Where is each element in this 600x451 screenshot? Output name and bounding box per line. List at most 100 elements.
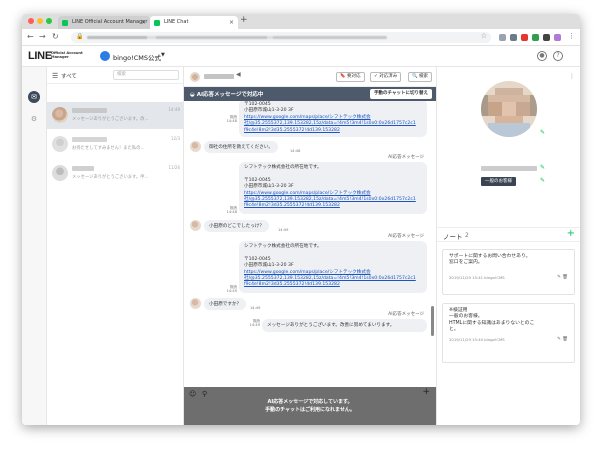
- profile-icon[interactable]: [554, 34, 561, 41]
- maximize-window-dot[interactable]: [46, 18, 52, 24]
- menu-icon[interactable]: ☰: [52, 72, 58, 80]
- chat-list-item[interactable]: お待たせしてすみません！また私の... 12/3: [47, 131, 184, 158]
- extension-icon[interactable]: [510, 34, 517, 41]
- note-meta-text: 2019/11/29 15:40 bingo!CMS: [449, 337, 505, 343]
- switch-to-manual-button[interactable]: 手動のチャットに切り替え: [370, 89, 432, 99]
- emoji-icon[interactable]: ☺: [189, 390, 196, 398]
- avatar: [190, 298, 201, 309]
- close-window-dot[interactable]: [28, 18, 34, 24]
- account-icon[interactable]: [100, 51, 110, 61]
- edit-icon[interactable]: ✎: [557, 275, 561, 280]
- bookmark-star-icon[interactable]: ☆: [481, 32, 487, 40]
- ai-response-bar: ◒ AI応答メッセージで対応中 手動のチャットに切り替え: [184, 87, 436, 101]
- chat-list-item[interactable]: メッセージありがとうございます。申... 11/26: [47, 160, 184, 187]
- user-icon[interactable]: ●: [537, 51, 547, 61]
- avatar: [52, 136, 68, 152]
- profile-name-blurred: [481, 166, 537, 171]
- edit-icon[interactable]: ✎: [540, 177, 545, 184]
- line-favicon: [154, 19, 160, 26]
- note-card[interactable]: サポートに関するお問い合わせあり。 窓口をご案内。 2019/11/29 15:…: [442, 249, 575, 295]
- extension-icon[interactable]: [499, 34, 506, 41]
- notice-line: AI応答メッセージで対応しています。: [267, 399, 353, 405]
- avatar: [52, 107, 68, 123]
- back-icon[interactable]: ←: [27, 32, 34, 41]
- contact-name-blurred: [72, 137, 107, 142]
- bot-message: メッセージありがとうございます。改善に努めてまいります。: [262, 319, 427, 332]
- trash-icon[interactable]: 🗑: [562, 275, 568, 280]
- avatar: [52, 165, 68, 181]
- trash-icon[interactable]: 🗑: [562, 337, 568, 342]
- needs-action-button[interactable]: 🔖 要対応: [336, 72, 365, 82]
- read-receipt: 既読 14:48: [224, 206, 237, 215]
- add-icon[interactable]: +: [422, 387, 430, 397]
- search-button[interactable]: 🔍 検索: [408, 72, 433, 82]
- edit-icon[interactable]: ✎: [540, 129, 545, 136]
- line-logo[interactable]: LINE: [28, 50, 52, 62]
- reload-icon[interactable]: ↻: [52, 32, 59, 41]
- notice-line: 手動のチャットはご利用になれません。: [265, 407, 355, 413]
- forward-icon[interactable]: →: [39, 32, 46, 41]
- search-input[interactable]: 検索: [113, 70, 179, 80]
- bot-message: シフトテック株式会社の所在地です。 〒102-0045 小田原市城山1-3-20…: [239, 241, 427, 293]
- tab-label: LINE Chat: [164, 19, 189, 25]
- extension-icon[interactable]: [532, 34, 539, 41]
- help-icon[interactable]: ?: [553, 51, 563, 61]
- add-note-button[interactable]: +: [567, 228, 575, 239]
- chat-list-toolbar: ☰ すべて 検索: [47, 67, 184, 84]
- note-line: と。: [449, 326, 459, 332]
- message-time: 14:49: [250, 306, 261, 310]
- map-link[interactable]: f9c4e!8m2!3d35.2555372!4d139.153282: [244, 282, 422, 288]
- chat-list: ☰ すべて 検索 メッセージありがとうございます。改... 14:49 お待たせ…: [47, 67, 184, 425]
- done-button[interactable]: ✓ 対応済み: [370, 72, 402, 82]
- avatar: [190, 141, 201, 152]
- more-options-icon[interactable]: ⋮: [569, 73, 575, 80]
- extension-icon[interactable]: [521, 34, 528, 41]
- close-tab-icon[interactable]: ×: [141, 16, 146, 29]
- extension-icon[interactable]: [543, 34, 550, 41]
- map-link[interactable]: 社/@35.2555372,139.153282,15z/data=!4m5!3…: [244, 121, 422, 127]
- message-time: 14:49: [249, 323, 260, 328]
- minimize-window-dot[interactable]: [37, 18, 43, 24]
- chat-panel: ◀ 🔖 要対応 ✓ 対応済み 🔍 検索 ◒ AI応答メッセージで対応中 手動のチ…: [184, 67, 436, 425]
- edit-icon[interactable]: ✎: [557, 337, 561, 342]
- map-link[interactable]: f9c4e!8m2!3d35.2555372!4d139.153282: [244, 128, 422, 134]
- url-field[interactable]: 🔒 ☆: [71, 32, 491, 43]
- message-preview: メッセージありがとうございます。改...: [72, 117, 149, 122]
- note-count: 2: [465, 231, 469, 239]
- user-message: 小田原ですか？: [204, 298, 247, 310]
- note-header: ノート 2 +: [437, 227, 580, 242]
- new-tab-button[interactable]: +: [240, 15, 248, 25]
- filter-dropdown[interactable]: すべて: [61, 72, 77, 80]
- profile-avatar: [481, 81, 537, 137]
- message-time: 14:48: [226, 119, 237, 124]
- logo-subtitle-line: Manager: [51, 55, 69, 59]
- chevron-down-icon[interactable]: ▼: [161, 52, 165, 58]
- chat-header: ◀ 🔖 要対応 ✓ 対応済み 🔍 検索: [184, 67, 436, 87]
- message-preview: メッセージありがとうございます。申...: [72, 175, 149, 180]
- customer-tag[interactable]: 一般のお客様: [481, 177, 516, 186]
- edit-icon[interactable]: ✎: [540, 164, 545, 171]
- note-actions: ✎ 🗑: [557, 275, 568, 281]
- tab-line-chat[interactable]: LINE Chat ×: [150, 16, 238, 29]
- scrollbar-thumb[interactable]: [431, 306, 434, 336]
- note-title: ノート: [443, 233, 463, 241]
- browser-menu-icon[interactable]: ⋮: [568, 32, 575, 40]
- contact-name-blurred: [72, 108, 107, 113]
- read-receipt: 既読 14:48: [224, 115, 237, 124]
- chat-icon[interactable]: ✉: [28, 91, 40, 103]
- note-meta-text: 2019/11/29 15:41 bingo!CMS: [449, 274, 505, 280]
- ai-response-label: AI応答メッセージ: [388, 234, 424, 239]
- close-tab-icon[interactable]: ×: [229, 16, 234, 29]
- address-bar-row: ← → ↻ 🔒 ☆ ⋮: [22, 29, 580, 46]
- tab-line-official-account-manager[interactable]: LINE Official Account Manager ×: [58, 16, 150, 29]
- gear-icon[interactable]: ⚙: [28, 113, 40, 125]
- attachment-icon[interactable]: ⚲: [202, 390, 207, 398]
- contact-name-blurred: [204, 74, 234, 79]
- account-name[interactable]: bingo!CMS公式: [113, 52, 161, 62]
- note-card[interactable]: ※検証用 一般のお客様。 HTMLに関する知識はあまりないとのこ と。 2019…: [442, 303, 575, 363]
- avatar: [190, 72, 200, 82]
- mute-icon[interactable]: ◀: [236, 71, 241, 78]
- chat-list-item[interactable]: メッセージありがとうございます。改... 14:49: [47, 102, 184, 129]
- map-link[interactable]: f9c4e!8m2!3d35.2555372!4d139.153282: [244, 203, 422, 209]
- message-time: 14:48: [226, 210, 237, 215]
